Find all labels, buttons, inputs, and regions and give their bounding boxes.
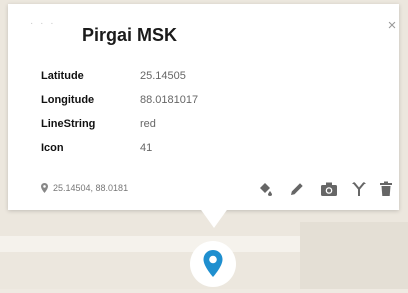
merge-icon[interactable] bbox=[349, 178, 369, 200]
attribute-value: 25.14505 bbox=[140, 70, 186, 82]
attribute-row: Latitude 25.14505 bbox=[41, 68, 321, 92]
attribute-table: Latitude 25.14505 Longitude 88.0181017 L… bbox=[41, 68, 321, 164]
attribute-key: Longitude bbox=[41, 94, 95, 106]
attribute-value: 88.0181017 bbox=[140, 94, 199, 106]
map-area bbox=[300, 222, 408, 289]
coordinates-text: 25.14504, 88.0181 bbox=[53, 183, 129, 193]
fill-style-icon[interactable] bbox=[255, 178, 275, 200]
attribute-key: Latitude bbox=[41, 70, 84, 82]
attribute-row: Icon 41 bbox=[41, 140, 321, 164]
camera-icon[interactable] bbox=[319, 178, 339, 200]
close-icon[interactable]: × bbox=[384, 18, 400, 34]
attribute-row: LineString red bbox=[41, 116, 321, 140]
thumbnail-placeholder: · · · bbox=[30, 18, 56, 29]
feature-popup: · · · Pirgai MSK × Latitude 25.14505 Lon… bbox=[8, 4, 399, 210]
pencil-icon[interactable] bbox=[287, 178, 307, 200]
map-marker-icon[interactable] bbox=[189, 240, 237, 288]
attribute-key: Icon bbox=[41, 142, 64, 154]
attribute-value: 41 bbox=[140, 142, 153, 154]
location-pin-icon bbox=[41, 183, 48, 195]
trash-icon[interactable] bbox=[376, 178, 396, 200]
popup-title: Pirgai MSK bbox=[82, 25, 178, 45]
attribute-row: Longitude 88.0181017 bbox=[41, 92, 321, 116]
attribute-value: red bbox=[140, 118, 156, 130]
coordinates-readout: 25.14504, 88.0181 bbox=[41, 183, 128, 195]
attribute-key: LineString bbox=[41, 118, 96, 130]
popup-pointer bbox=[199, 207, 229, 228]
